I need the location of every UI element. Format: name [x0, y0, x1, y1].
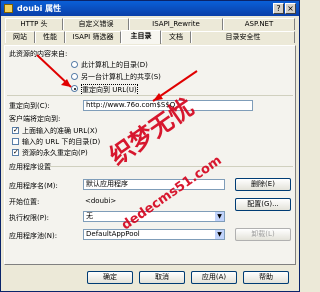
properties-window: doubi 属性 ? × HTTP 头 自定义错误 ISAPI_Rewrite …	[0, 0, 300, 292]
